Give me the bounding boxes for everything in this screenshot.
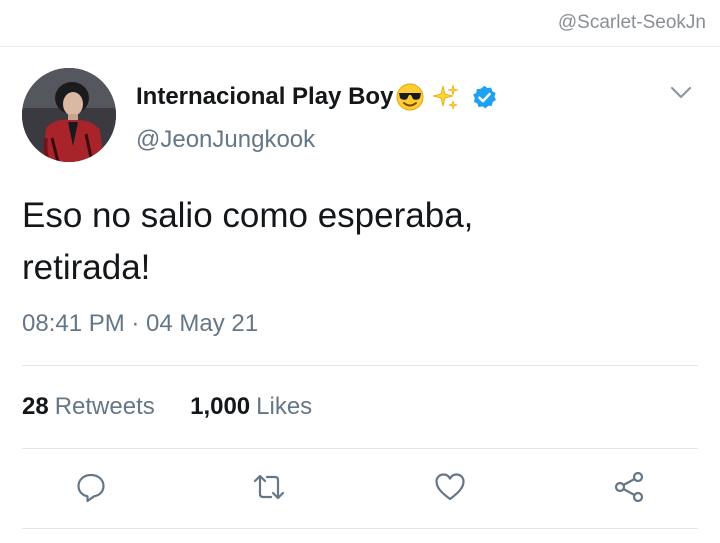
tweet-timestamp[interactable]: 08:41 PM · 04 May 21 bbox=[22, 310, 258, 338]
heart-icon bbox=[435, 473, 465, 501]
like-button[interactable] bbox=[433, 470, 467, 504]
display-name-text: Internacional Play Boy bbox=[136, 83, 394, 110]
share-icon bbox=[614, 471, 644, 503]
chevron-down-icon bbox=[670, 86, 692, 99]
likes-label: Likes bbox=[256, 393, 313, 420]
tweet-text-line-2: retirada! bbox=[22, 248, 151, 287]
retweet-icon bbox=[253, 474, 285, 500]
sunglasses-emoji-icon bbox=[395, 82, 425, 112]
divider bbox=[22, 528, 698, 529]
share-button[interactable] bbox=[612, 470, 646, 504]
avatar[interactable] bbox=[22, 68, 116, 162]
retweet-button[interactable] bbox=[252, 470, 286, 504]
reply-icon bbox=[77, 473, 105, 503]
user-handle[interactable]: @JeonJungkook bbox=[136, 126, 315, 154]
display-name[interactable]: Internacional Play Boy bbox=[136, 82, 498, 112]
divider bbox=[22, 365, 698, 366]
engagement-stats: 28 Retweets 1,000 Likes bbox=[22, 393, 312, 421]
tweet-text-line-1: Eso no salio como esperaba, bbox=[22, 196, 474, 235]
likes-stat[interactable]: 1,000 Likes bbox=[190, 393, 312, 420]
retweets-stat[interactable]: 28 Retweets bbox=[22, 393, 161, 420]
likes-count: 1,000 bbox=[190, 393, 251, 420]
retweets-label: Retweets bbox=[54, 393, 155, 420]
watermark-handle: @Scarlet-SeokJn bbox=[557, 12, 706, 33]
top-divider bbox=[0, 46, 720, 47]
verified-badge-icon bbox=[471, 84, 498, 111]
reply-button[interactable] bbox=[74, 470, 108, 504]
more-options-button[interactable] bbox=[670, 86, 692, 100]
tweet-text: Eso no salio como esperaba, retirada! bbox=[22, 190, 682, 294]
sparkles-emoji-icon bbox=[431, 83, 459, 111]
divider bbox=[22, 448, 698, 449]
retweets-count: 28 bbox=[22, 393, 49, 420]
